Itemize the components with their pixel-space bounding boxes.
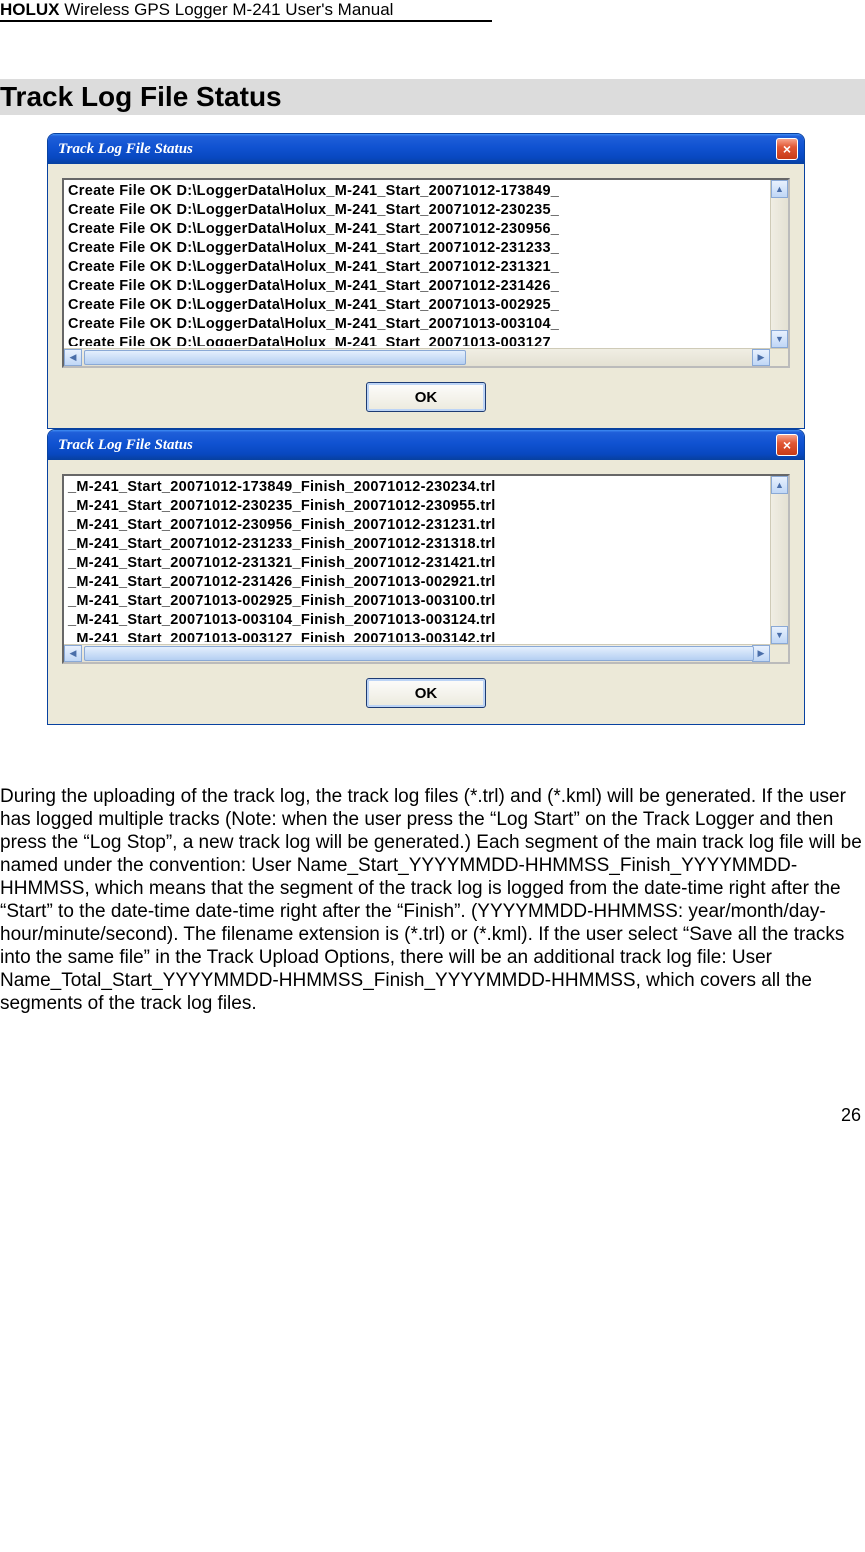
doc-header: HOLUX Wireless GPS Logger M-241 User's M…: [0, 0, 865, 24]
list-item[interactable]: Create File OK D:\LoggerData\Holux_M-241…: [68, 296, 766, 315]
scroll-track[interactable]: [82, 349, 752, 366]
section-title-bar: Track Log File Status: [0, 79, 865, 115]
close-button[interactable]: ×: [776, 138, 798, 160]
list-item[interactable]: _M-241_Start_20071012-231233_Finish_2007…: [68, 535, 766, 554]
list-item[interactable]: _M-241_Start_20071012-230235_Finish_2007…: [68, 497, 766, 516]
scroll-up-button[interactable]: ▲: [771, 476, 788, 494]
list-item[interactable]: Create File OK D:\LoggerData\Holux_M-241…: [68, 334, 766, 346]
scroll-right-button[interactable]: ▶: [752, 349, 770, 366]
chevron-right-icon: ▶: [758, 352, 765, 363]
window-body: _M-241_Start_20071012-173849_Finish_2007…: [48, 460, 804, 724]
scroll-corner: [770, 645, 788, 662]
scroll-thumb[interactable]: [84, 646, 754, 661]
list-item[interactable]: _M-241_Start_20071012-173849_Finish_2007…: [68, 478, 766, 497]
chevron-left-icon: ◀: [70, 352, 77, 363]
list-item[interactable]: Create File OK D:\LoggerData\Holux_M-241…: [68, 220, 766, 239]
window-title: Track Log File Status: [58, 437, 776, 454]
page-number: 26: [0, 1105, 865, 1126]
list-item[interactable]: _M-241_Start_20071012-230956_Finish_2007…: [68, 516, 766, 535]
scroll-track[interactable]: [771, 494, 788, 626]
chevron-up-icon: ▲: [775, 184, 784, 194]
close-icon: ×: [783, 142, 791, 156]
close-icon: ×: [783, 438, 791, 452]
section-title: Track Log File Status: [0, 79, 865, 115]
window-body: Create File OK D:\LoggerData\Holux_M-241…: [48, 164, 804, 428]
ok-button[interactable]: OK: [366, 678, 486, 708]
scroll-track[interactable]: [82, 645, 752, 662]
header-rule: [0, 20, 492, 22]
list-rows[interactable]: Create File OK D:\LoggerData\Holux_M-241…: [64, 180, 770, 348]
scroll-left-button[interactable]: ◀: [64, 349, 82, 366]
ok-label: OK: [415, 389, 438, 406]
header-rest: Wireless GPS Logger M-241 User's Manual: [60, 0, 394, 19]
list-item[interactable]: Create File OK D:\LoggerData\Holux_M-241…: [68, 315, 766, 334]
status-window-2: Track Log File Status × _M-241_Start_200…: [47, 429, 805, 725]
scroll-thumb[interactable]: [84, 350, 466, 365]
scroll-up-button[interactable]: ▲: [771, 180, 788, 198]
scroll-down-button[interactable]: ▼: [771, 626, 788, 644]
horizontal-scrollbar[interactable]: ◀ ▶: [64, 644, 788, 662]
titlebar[interactable]: Track Log File Status ×: [48, 134, 804, 164]
vertical-scrollbar[interactable]: ▲ ▼: [770, 476, 788, 644]
list-item[interactable]: Create File OK D:\LoggerData\Holux_M-241…: [68, 277, 766, 296]
list-item[interactable]: Create File OK D:\LoggerData\Holux_M-241…: [68, 239, 766, 258]
body-paragraph: During the uploading of the track log, t…: [0, 785, 865, 1015]
list-item[interactable]: _M-241_Start_20071013-002925_Finish_2007…: [68, 592, 766, 611]
brand-name: HOLUX: [0, 0, 60, 19]
list-item[interactable]: Create File OK D:\LoggerData\Holux_M-241…: [68, 201, 766, 220]
ok-label: OK: [415, 685, 438, 702]
vertical-scrollbar[interactable]: ▲ ▼: [770, 180, 788, 348]
horizontal-scrollbar[interactable]: ◀ ▶: [64, 348, 788, 366]
listbox: _M-241_Start_20071012-173849_Finish_2007…: [62, 474, 790, 664]
chevron-left-icon: ◀: [70, 648, 77, 659]
scroll-right-button[interactable]: ▶: [752, 645, 770, 662]
doc-header-text: HOLUX Wireless GPS Logger M-241 User's M…: [0, 0, 393, 19]
chevron-up-icon: ▲: [775, 480, 784, 490]
close-button[interactable]: ×: [776, 434, 798, 456]
chevron-down-icon: ▼: [775, 630, 784, 640]
ok-button[interactable]: OK: [366, 382, 486, 412]
window-title: Track Log File Status: [58, 141, 776, 158]
list-item[interactable]: _M-241_Start_20071012-231321_Finish_2007…: [68, 554, 766, 573]
listbox: Create File OK D:\LoggerData\Holux_M-241…: [62, 178, 790, 368]
list-rows[interactable]: _M-241_Start_20071012-173849_Finish_2007…: [64, 476, 770, 644]
status-window-1: Track Log File Status × Create File OK D…: [47, 133, 805, 429]
list-item[interactable]: _M-241_Start_20071013-003104_Finish_2007…: [68, 611, 766, 630]
chevron-right-icon: ▶: [758, 648, 765, 659]
list-item[interactable]: _M-241_Start_20071012-231426_Finish_2007…: [68, 573, 766, 592]
scroll-corner: [770, 349, 788, 366]
titlebar[interactable]: Track Log File Status ×: [48, 430, 804, 460]
list-item[interactable]: _M-241_Start_20071013-003127_Finish_2007…: [68, 630, 766, 642]
scroll-down-button[interactable]: ▼: [771, 330, 788, 348]
list-item[interactable]: Create File OK D:\LoggerData\Holux_M-241…: [68, 258, 766, 277]
list-item[interactable]: Create File OK D:\LoggerData\Holux_M-241…: [68, 182, 766, 201]
scroll-track[interactable]: [771, 198, 788, 330]
scroll-left-button[interactable]: ◀: [64, 645, 82, 662]
chevron-down-icon: ▼: [775, 334, 784, 344]
